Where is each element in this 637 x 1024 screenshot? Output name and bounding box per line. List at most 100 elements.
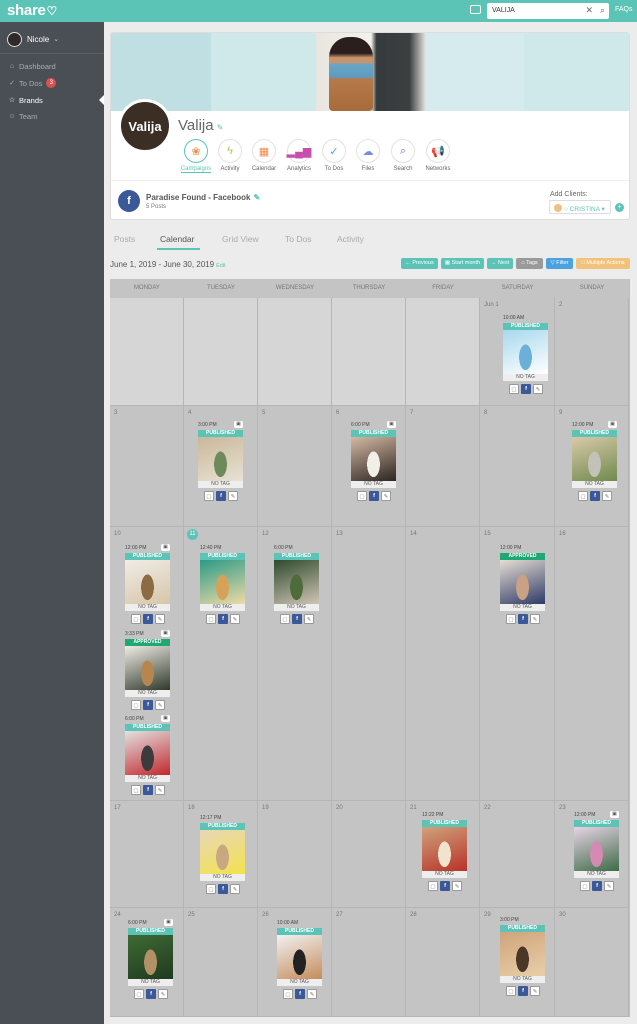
edit-pencil-icon[interactable]: ✎ [230, 884, 240, 894]
preview-icon[interactable]: ▢ [134, 989, 144, 999]
facebook-icon[interactable]: f [218, 614, 228, 624]
tool-search[interactable]: ⌕ Search [386, 139, 420, 172]
facebook-icon[interactable]: f [143, 614, 153, 624]
preview-icon[interactable]: ▢ [206, 614, 216, 624]
calendar-day-cell[interactable]: 8 [480, 406, 555, 527]
preview-icon[interactable]: ▢ [131, 614, 141, 624]
tab-activity[interactable]: Activity [337, 234, 364, 244]
next-button[interactable]: → Next [487, 258, 513, 269]
preview-icon[interactable]: ▢ [283, 989, 293, 999]
facebook-icon[interactable]: f [143, 785, 153, 795]
preview-icon[interactable]: ▢ [578, 491, 588, 501]
tool-campaigns[interactable]: ❀ Campaigns [179, 139, 213, 173]
multiple-actions-button[interactable]: □ Multiple Actions [576, 258, 630, 269]
calendar-day-cell[interactable]: 2 [555, 298, 629, 406]
post-thumbnail[interactable] [500, 932, 545, 976]
facebook-icon[interactable]: f [292, 614, 302, 624]
post-thumbnail[interactable] [572, 437, 617, 481]
tool-analytics[interactable]: ▂▄▆ Analytics [282, 139, 316, 172]
post-thumbnail[interactable] [125, 560, 170, 604]
post-thumbnail[interactable] [422, 827, 467, 871]
preview-icon[interactable]: ▢ [280, 614, 290, 624]
post-thumbnail[interactable] [574, 827, 619, 871]
edit-pencil-icon[interactable]: ✎ [217, 123, 224, 132]
post-thumbnail[interactable] [198, 437, 243, 481]
calendar-day-cell[interactable]: 16 [555, 527, 629, 801]
tab-posts[interactable]: Posts [114, 234, 135, 244]
calendar-day-cell[interactable]: 20 [332, 801, 406, 908]
edit-pencil-icon[interactable]: ✎ [253, 193, 260, 202]
facebook-icon[interactable]: f [295, 989, 305, 999]
calendar-day-cell[interactable]: 14 [406, 527, 480, 801]
calendar-day-cell[interactable]: 28 [406, 908, 480, 1017]
post-thumbnail[interactable] [128, 935, 173, 979]
edit-pencil-icon[interactable]: ✎ [604, 881, 614, 891]
preview-icon[interactable]: ▢ [580, 881, 590, 891]
faqs-link[interactable]: FAQs [615, 6, 633, 13]
edit-pencil-icon[interactable]: ✎ [155, 785, 165, 795]
preview-icon[interactable]: ▢ [506, 614, 516, 624]
tab-calendar[interactable]: Calendar [160, 234, 195, 244]
preview-icon[interactable]: ▢ [357, 491, 367, 501]
post-thumbnail[interactable] [274, 560, 319, 604]
facebook-icon[interactable]: f [592, 881, 602, 891]
calendar-day-cell[interactable]: 13 [332, 527, 406, 801]
facebook-icon[interactable]: f [216, 491, 226, 501]
filter-button[interactable]: ▽ Filter [546, 258, 573, 269]
facebook-icon[interactable]: f [146, 989, 156, 999]
preview-icon[interactable]: ▢ [506, 986, 516, 996]
edit-pencil-icon[interactable]: ✎ [155, 614, 165, 624]
edit-range-link[interactable]: Edit [216, 263, 225, 269]
calendar-day-cell[interactable]: 27 [332, 908, 406, 1017]
app-logo[interactable]: share♡ [7, 2, 57, 19]
campaign-name[interactable]: Paradise Found - Facebook ✎ [146, 193, 260, 202]
add-client-button[interactable]: + [615, 203, 624, 212]
preview-icon[interactable]: ▢ [206, 884, 216, 894]
tab-grid-view[interactable]: Grid View [222, 234, 259, 244]
post-thumbnail[interactable] [503, 330, 548, 374]
facebook-icon[interactable]: f [218, 884, 228, 894]
tool-networks[interactable]: 📢 Networks [421, 139, 455, 172]
calendar-day-cell[interactable]: 3 [110, 406, 184, 527]
facebook-icon[interactable]: f [521, 384, 531, 394]
calendar-day-cell[interactable]: 30 [555, 908, 629, 1017]
calendar-day-cell[interactable]: 25 [184, 908, 258, 1017]
edit-pencil-icon[interactable]: ✎ [530, 614, 540, 624]
tool-todos[interactable]: ✓ To Dos [317, 139, 351, 172]
calendar-day-cell[interactable]: 7 [406, 406, 480, 527]
start-month-button[interactable]: ▦ Start month [441, 258, 484, 269]
post-thumbnail[interactable] [500, 560, 545, 604]
preview-icon[interactable]: ▢ [131, 785, 141, 795]
search-input[interactable]: VALIJA ✕ ⌕ [487, 3, 609, 19]
search-icon[interactable]: ⌕ [600, 5, 605, 16]
edit-pencil-icon[interactable]: ✎ [307, 989, 317, 999]
post-thumbnail[interactable] [125, 646, 170, 690]
sidebar-item-brands[interactable]: ☆ Brands [7, 94, 43, 106]
facebook-icon[interactable]: f [590, 491, 600, 501]
edit-pencil-icon[interactable]: ✎ [228, 491, 238, 501]
facebook-icon[interactable]: f [518, 614, 528, 624]
edit-pencil-icon[interactable]: ✎ [304, 614, 314, 624]
facebook-icon[interactable]: f [369, 491, 379, 501]
tags-button[interactable]: ⌂ Tags [516, 258, 543, 269]
sidebar-item-todos[interactable]: ✓ To Dos 3 [7, 77, 57, 89]
post-thumbnail[interactable] [125, 731, 170, 775]
inbox-icon[interactable] [470, 5, 481, 14]
clear-search-icon[interactable]: ✕ [585, 5, 593, 16]
tool-activity[interactable]: ϟ Activity [213, 139, 247, 172]
edit-pencil-icon[interactable]: ✎ [452, 881, 462, 891]
user-menu[interactable]: Nicole ⌄ [7, 30, 59, 48]
calendar-day-cell[interactable]: 22 [480, 801, 555, 908]
calendar-day-cell[interactable]: 19 [258, 801, 332, 908]
facebook-icon[interactable]: f [143, 700, 153, 710]
sidebar-item-team[interactable]: ☺ Team [7, 110, 37, 122]
tab-todos[interactable]: To Dos [285, 234, 311, 244]
edit-pencil-icon[interactable]: ✎ [155, 700, 165, 710]
sidebar-item-dashboard[interactable]: ⌂ Dashboard [7, 60, 56, 72]
client-select[interactable]: ○ CRISTINA ▾ [549, 200, 611, 214]
edit-pencil-icon[interactable]: ✎ [381, 491, 391, 501]
edit-pencil-icon[interactable]: ✎ [533, 384, 543, 394]
previous-button[interactable]: ← Previous [401, 258, 438, 269]
calendar-day-cell[interactable]: 17 [110, 801, 184, 908]
edit-pencil-icon[interactable]: ✎ [602, 491, 612, 501]
